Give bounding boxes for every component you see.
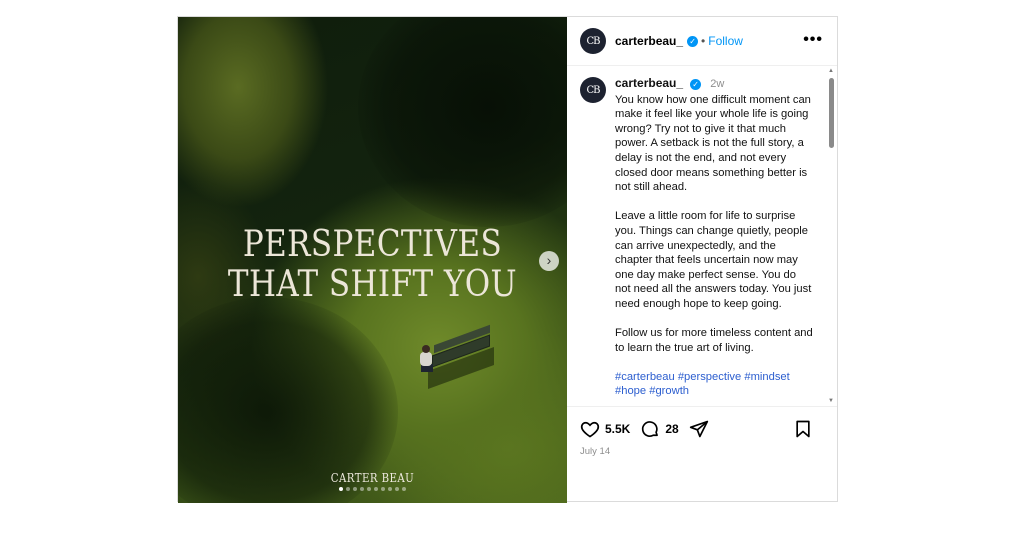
carousel-dot[interactable] — [360, 487, 364, 491]
more-options-icon[interactable]: ••• — [803, 31, 823, 49]
caption-username[interactable]: carterbeau_ — [615, 76, 683, 90]
caption-paragraph-2: Leave a little room for life to surprise… — [615, 210, 812, 310]
hashtags: #carterbeau #perspective #mindset #hope … — [615, 370, 813, 399]
image-headline: PERSPECTIVES THAT SHIFT YOU — [205, 225, 540, 305]
chevron-right-icon: › — [546, 252, 552, 268]
post-sidebar: CB carterbeau_ ✓ • Follow ••• CB carterb… — [567, 17, 837, 503]
next-slide-button[interactable]: › — [539, 251, 559, 271]
comment-icon — [642, 420, 659, 437]
caption-time[interactable]: 2w — [710, 78, 724, 90]
post-header: CB carterbeau_ ✓ • Follow ••• — [567, 17, 837, 66]
person-reading — [418, 345, 434, 373]
carousel-dots — [178, 487, 567, 491]
follow-button[interactable]: Follow — [708, 34, 743, 48]
header-separator: • — [701, 34, 706, 48]
caption-area[interactable]: CB carterbeau_ ✓ 2w You know how one dif… — [567, 66, 837, 406]
carousel-dot[interactable] — [381, 487, 385, 491]
share-button[interactable] — [689, 419, 709, 439]
bench-with-person — [418, 324, 494, 390]
caption-avatar[interactable]: CB — [580, 77, 606, 103]
caption-scrollbar[interactable]: ▲ ▼ — [827, 66, 835, 406]
like-count[interactable]: 5.5K — [605, 422, 630, 436]
verified-badge-icon: ✓ — [687, 35, 699, 47]
save-button[interactable] — [793, 419, 813, 439]
like-button[interactable]: 5.5K — [580, 419, 630, 439]
caption-paragraph-1: You know how one difficult moment can ma… — [615, 93, 811, 194]
caption-paragraph-3: Follow us for more timeless content and … — [615, 327, 813, 354]
comment-count[interactable]: 28 — [665, 422, 678, 436]
headline-line-2: THAT SHIFT YOU — [227, 264, 518, 305]
avatar[interactable]: CB — [580, 28, 606, 54]
carousel-dot[interactable] — [367, 487, 371, 491]
comment-button[interactable]: 28 — [640, 419, 679, 439]
carousel-dot[interactable] — [388, 487, 392, 491]
carousel-dot[interactable] — [339, 487, 343, 491]
carousel-dot[interactable] — [402, 487, 406, 491]
scroll-down-arrow-icon[interactable]: ▼ — [828, 398, 834, 404]
carousel-dot[interactable] — [395, 487, 399, 491]
hashtags-line-2[interactable]: #hope #growth — [615, 385, 689, 397]
scroll-thumb[interactable] — [829, 78, 834, 148]
instagram-post: PERSPECTIVES THAT SHIFT YOU CARTER BEAU … — [177, 16, 838, 503]
carousel-dot[interactable] — [353, 487, 357, 491]
tree-shadow-top — [358, 17, 567, 227]
bookmark-icon — [796, 420, 810, 438]
heart-icon — [580, 421, 600, 437]
caption: carterbeau_ ✓ 2w You know how one diffic… — [615, 76, 813, 406]
headline-line-1: PERSPECTIVES — [242, 224, 503, 265]
share-icon — [689, 420, 708, 437]
hashtags-line-1[interactable]: #carterbeau #perspective #mindset — [615, 371, 790, 383]
verified-badge-icon: ✓ — [690, 78, 702, 90]
scroll-up-arrow-icon[interactable]: ▲ — [828, 68, 834, 74]
action-bar: 5.5K 28 — [567, 406, 837, 450]
image-brand-mark: CARTER BEAU — [330, 471, 415, 485]
post-image[interactable]: PERSPECTIVES THAT SHIFT YOU CARTER BEAU … — [178, 17, 567, 503]
carousel-dot[interactable] — [346, 487, 350, 491]
header-username[interactable]: carterbeau_ — [615, 34, 683, 48]
carousel-dot[interactable] — [374, 487, 378, 491]
